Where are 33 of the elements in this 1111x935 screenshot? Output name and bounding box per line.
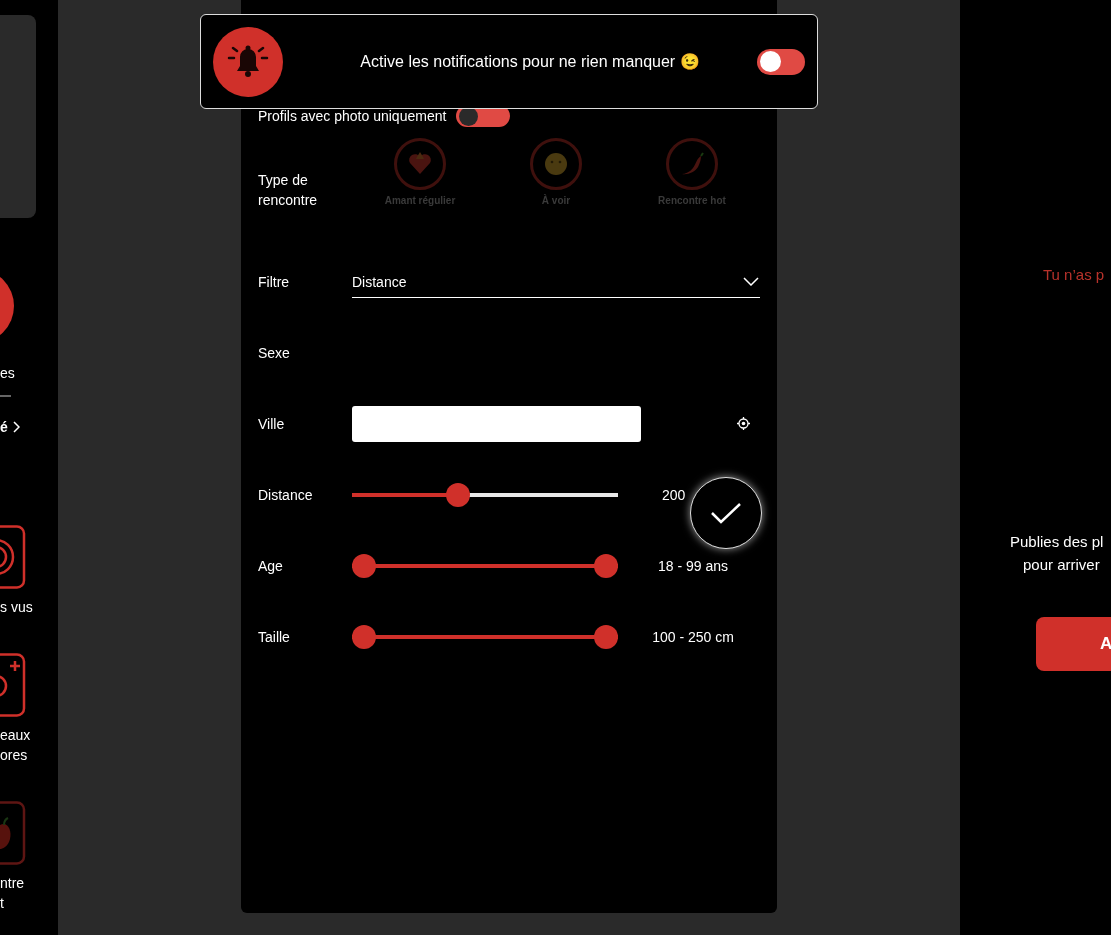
toggle-switch[interactable] [757,48,805,75]
menu-label: eaux ores [0,726,31,765]
bell-icon [213,26,283,97]
menu-label: es [0,364,15,383]
target-icon [0,525,26,589]
field-label: Type de rencontre [258,171,319,210]
field-label: Sexe [258,344,291,361]
face-icon [543,151,569,177]
action-button[interactable]: A [1036,617,1111,671]
city-input-field[interactable] [352,405,641,442]
slider-value: 18 - 99 ans [657,557,729,574]
menu-link[interactable]: é [0,417,20,437]
chevron-down-icon [743,277,759,286]
menu-label: ntre t [0,874,25,913]
field-label: Taille [258,628,291,645]
field-label: Distance [258,486,314,503]
menu-label: s vus [0,598,33,617]
notice-text: Tu n’as p [1043,266,1106,283]
notification-text: Active les notifications pour ne rien manquer 😉 [359,52,701,71]
field-label: Ville [258,415,286,432]
info-text: pour arriver [1022,555,1101,575]
filter-dropdown[interactable]: Distance [352,273,760,298]
slider-value: 200 [662,486,686,503]
info-text: Publies des pl [1009,532,1105,552]
field-label: Profils avec photo uniquement [258,108,447,124]
pepper-icon [0,801,26,865]
slider-value: 100 - 250 cm [652,628,734,645]
field-label: Filtre [258,273,291,290]
checkmark-icon [710,502,742,524]
add-icon [0,653,26,717]
chevron-right-icon [12,421,20,433]
field-label: Age [258,557,284,574]
location-target-icon[interactable] [737,417,750,430]
